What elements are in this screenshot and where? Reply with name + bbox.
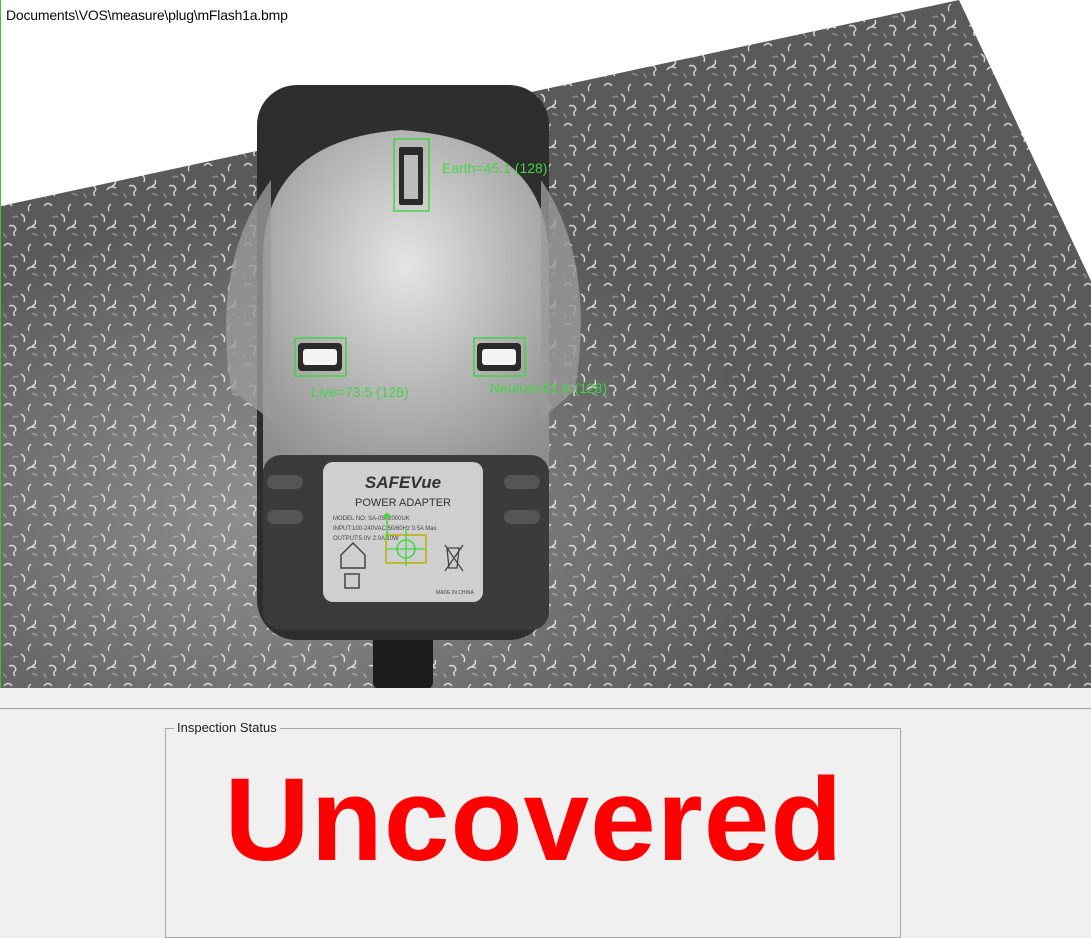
inspection-status-title: Inspection Status bbox=[174, 720, 280, 736]
earth-measurement-label: Earth=45.1 (128) bbox=[442, 160, 547, 176]
plug-input: INPUT:100-240VAC 50/60Hz 0.5A Max bbox=[333, 526, 437, 532]
live-measurement-label: Live=73.5 (128) bbox=[311, 384, 409, 400]
plug-output: OUTPUT:5.0V 2.0A 10W bbox=[333, 536, 399, 542]
inspection-panel: Inspection Status Uncovered bbox=[0, 709, 1091, 938]
plug-model: MODEL NO: SA-0502000UK bbox=[333, 516, 410, 522]
plug-brand: SAFEVue bbox=[365, 473, 441, 492]
panel-splitter[interactable] bbox=[0, 688, 1091, 709]
plug-made-in: MADE IN CHINA bbox=[436, 590, 474, 596]
image-viewport[interactable]: SAFEVue POWER ADAPTER MODEL NO: SA-05020… bbox=[0, 0, 1091, 688]
inspection-status-value: Uncovered bbox=[224, 754, 844, 886]
file-path-label: Documents\VOS\measure\plug\mFlash1a.bmp bbox=[4, 6, 290, 24]
inspection-image: SAFEVue POWER ADAPTER MODEL NO: SA-05020… bbox=[1, 0, 1091, 688]
inspection-status-group: Inspection Status Uncovered bbox=[165, 720, 901, 938]
plug-title: POWER ADAPTER bbox=[355, 497, 451, 509]
neutral-measurement-label: Neutral=51.6 (128) bbox=[490, 380, 607, 396]
